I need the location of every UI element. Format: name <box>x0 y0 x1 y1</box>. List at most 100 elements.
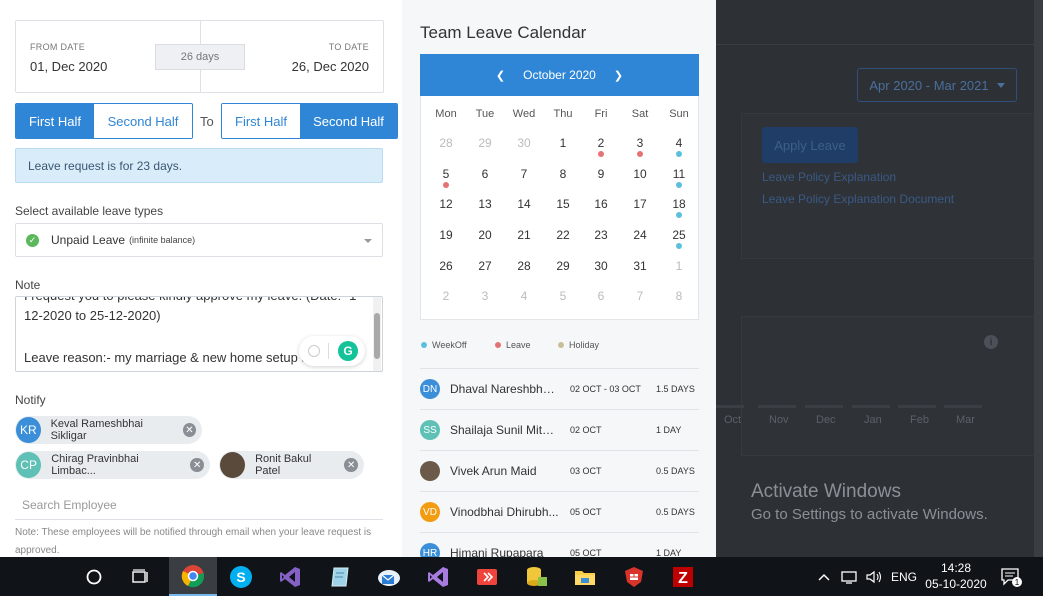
fiscal-year-dropdown[interactable]: Apr 2020 - Mar 2021 <box>857 68 1017 102</box>
chrome-icon[interactable] <box>169 557 217 596</box>
scroll-thumb[interactable] <box>374 313 380 359</box>
calendar-day[interactable]: 7 <box>625 289 655 303</box>
calendar-day[interactable]: 17 <box>625 197 655 211</box>
policy-link[interactable]: Leave Policy Explanation <box>762 170 896 184</box>
visual-studio-icon[interactable] <box>268 557 312 596</box>
calendar-day[interactable]: 7 <box>509 167 539 181</box>
network-icon[interactable] <box>841 569 859 585</box>
page-scrollbar[interactable] <box>1034 0 1043 557</box>
calendar-day[interactable]: 4 <box>664 136 694 150</box>
calendar-day[interactable]: 16 <box>586 197 616 211</box>
calendar-day[interactable]: 23 <box>586 228 616 242</box>
leave-list-item[interactable]: VD Vinodbhai Dhirubh... 05 OCT 0.5 DAYS <box>420 492 699 533</box>
start-icon[interactable] <box>72 557 116 596</box>
calendar-day[interactable]: 20 <box>470 228 500 242</box>
firewall-icon[interactable] <box>612 557 656 596</box>
from-date-field[interactable]: 01, Dec 2020 <box>30 59 107 74</box>
leave-duration: 1 DAY <box>656 425 682 435</box>
chevron-left-icon[interactable]: ❮ <box>496 69 505 82</box>
calendar-day[interactable]: 11 <box>664 167 694 181</box>
policy-document-link[interactable]: Leave Policy Explanation Document <box>762 192 954 206</box>
calendar-day[interactable]: 12 <box>431 197 461 211</box>
notepad-icon[interactable] <box>318 557 362 596</box>
remove-icon[interactable]: ✕ <box>344 458 358 472</box>
calendar-day[interactable]: 6 <box>586 289 616 303</box>
apply-leave-button[interactable]: Apply Leave <box>762 127 858 163</box>
calendar-day[interactable]: 21 <box>509 228 539 242</box>
info-icon[interactable]: i <box>984 335 998 349</box>
month-label: October 2020 <box>523 68 596 82</box>
end-first-half-button[interactable]: First Half <box>222 104 300 138</box>
calendar-day[interactable]: 28 <box>509 259 539 273</box>
calendar-day[interactable]: 29 <box>470 136 500 150</box>
anydesk-icon[interactable] <box>465 557 509 596</box>
calendar-day[interactable]: 2 <box>586 136 616 150</box>
start-second-half-button[interactable]: Second Half <box>94 104 192 138</box>
caret-down-icon <box>364 239 372 243</box>
leave-type-select[interactable]: ✓ Unpaid Leave (infinite balance) <box>15 223 383 257</box>
calendar-day[interactable]: 31 <box>625 259 655 273</box>
leave-list-item[interactable]: Vivek Arun Maid 03 OCT 0.5 DAYS <box>420 451 699 492</box>
note-scrollbar[interactable] <box>373 297 381 371</box>
calendar-day[interactable]: 18 <box>664 197 694 211</box>
outlook-icon[interactable] <box>367 557 411 596</box>
task-view-icon[interactable] <box>119 557 163 596</box>
chevron-up-icon[interactable] <box>817 572 831 582</box>
calendar-day[interactable]: 25 <box>664 228 694 242</box>
calendar-day[interactable]: 3 <box>625 136 655 150</box>
calendar-day[interactable]: 5 <box>548 289 578 303</box>
power-icon[interactable] <box>308 345 320 357</box>
volume-icon[interactable] <box>865 569 883 585</box>
weekday-header: Thu <box>553 108 573 120</box>
calendar-day[interactable]: 28 <box>431 136 461 150</box>
calendar-day[interactable]: 13 <box>470 197 500 211</box>
calendar-day[interactable]: 1 <box>664 259 694 273</box>
calendar-day[interactable]: 30 <box>509 136 539 150</box>
calendar-day[interactable]: 27 <box>470 259 500 273</box>
end-second-half-button[interactable]: Second Half <box>300 104 397 138</box>
start-first-half-button[interactable]: First Half <box>16 104 94 138</box>
legend-weekoff: WeekOff <box>421 340 467 350</box>
leave-list-item[interactable]: SS Shailaja Sunil Mithari 02 OCT 1 DAY <box>420 410 699 451</box>
action-center[interactable]: 1 <box>1000 557 1022 596</box>
calendar-day[interactable]: 8 <box>548 167 578 181</box>
grammarly-icon[interactable]: G <box>338 341 358 361</box>
calendar-day[interactable]: 26 <box>431 259 461 273</box>
leave-form-panel: FROM DATE 01, Dec 2020 26 days TO DATE 2… <box>0 0 402 557</box>
remove-icon[interactable]: ✕ <box>190 458 204 472</box>
calendar-day[interactable]: 14 <box>509 197 539 211</box>
legend-label: WeekOff <box>432 340 467 350</box>
leave-list-item[interactable]: DN Dhaval Nareshbhai... 02 OCT - 03 OCT 1.5… <box>420 369 699 410</box>
clock[interactable]: 14:28 05-10-2020 <box>925 560 987 592</box>
calendar-day[interactable]: 15 <box>548 197 578 211</box>
database-tool-icon[interactable] <box>514 557 558 596</box>
calendar-day[interactable]: 3 <box>470 289 500 303</box>
start-circle-icon <box>86 569 102 584</box>
search-employee-input[interactable]: Search Employee <box>15 490 383 520</box>
calendar-day[interactable]: 19 <box>431 228 461 242</box>
calendar-day[interactable]: 24 <box>625 228 655 242</box>
grammarly-widget[interactable]: G <box>299 336 365 366</box>
language-indicator[interactable]: ENG <box>891 570 917 584</box>
calendar-day[interactable]: 8 <box>664 289 694 303</box>
leave-list-item[interactable]: HR Himani Rupapara 05 OCT 1 DAY <box>420 533 699 557</box>
chevron-right-icon[interactable]: ❯ <box>614 69 623 82</box>
calendar-day[interactable]: 29 <box>548 259 578 273</box>
calendar-day[interactable]: 2 <box>431 289 461 303</box>
remove-icon[interactable]: ✕ <box>182 423 196 437</box>
calendar-day[interactable]: 4 <box>509 289 539 303</box>
calendar-day[interactable]: 10 <box>625 167 655 181</box>
calendar-day[interactable]: 22 <box>548 228 578 242</box>
calendar-day[interactable]: 6 <box>470 167 500 181</box>
calendar-day[interactable]: 9 <box>586 167 616 181</box>
filezilla-icon[interactable]: Z <box>661 557 705 596</box>
to-date-field[interactable]: 26, Dec 2020 <box>292 59 369 74</box>
calendar-day[interactable]: 1 <box>548 136 578 150</box>
file-explorer-icon[interactable] <box>563 557 607 596</box>
calendar-day[interactable]: 30 <box>586 259 616 273</box>
visual-studio-2-icon[interactable] <box>416 557 460 596</box>
skype-icon[interactable]: S <box>219 557 263 596</box>
mail-cloud-glyph <box>378 569 400 586</box>
calendar-day[interactable]: 5 <box>431 167 461 181</box>
calendar-title: Team Leave Calendar <box>420 23 587 42</box>
